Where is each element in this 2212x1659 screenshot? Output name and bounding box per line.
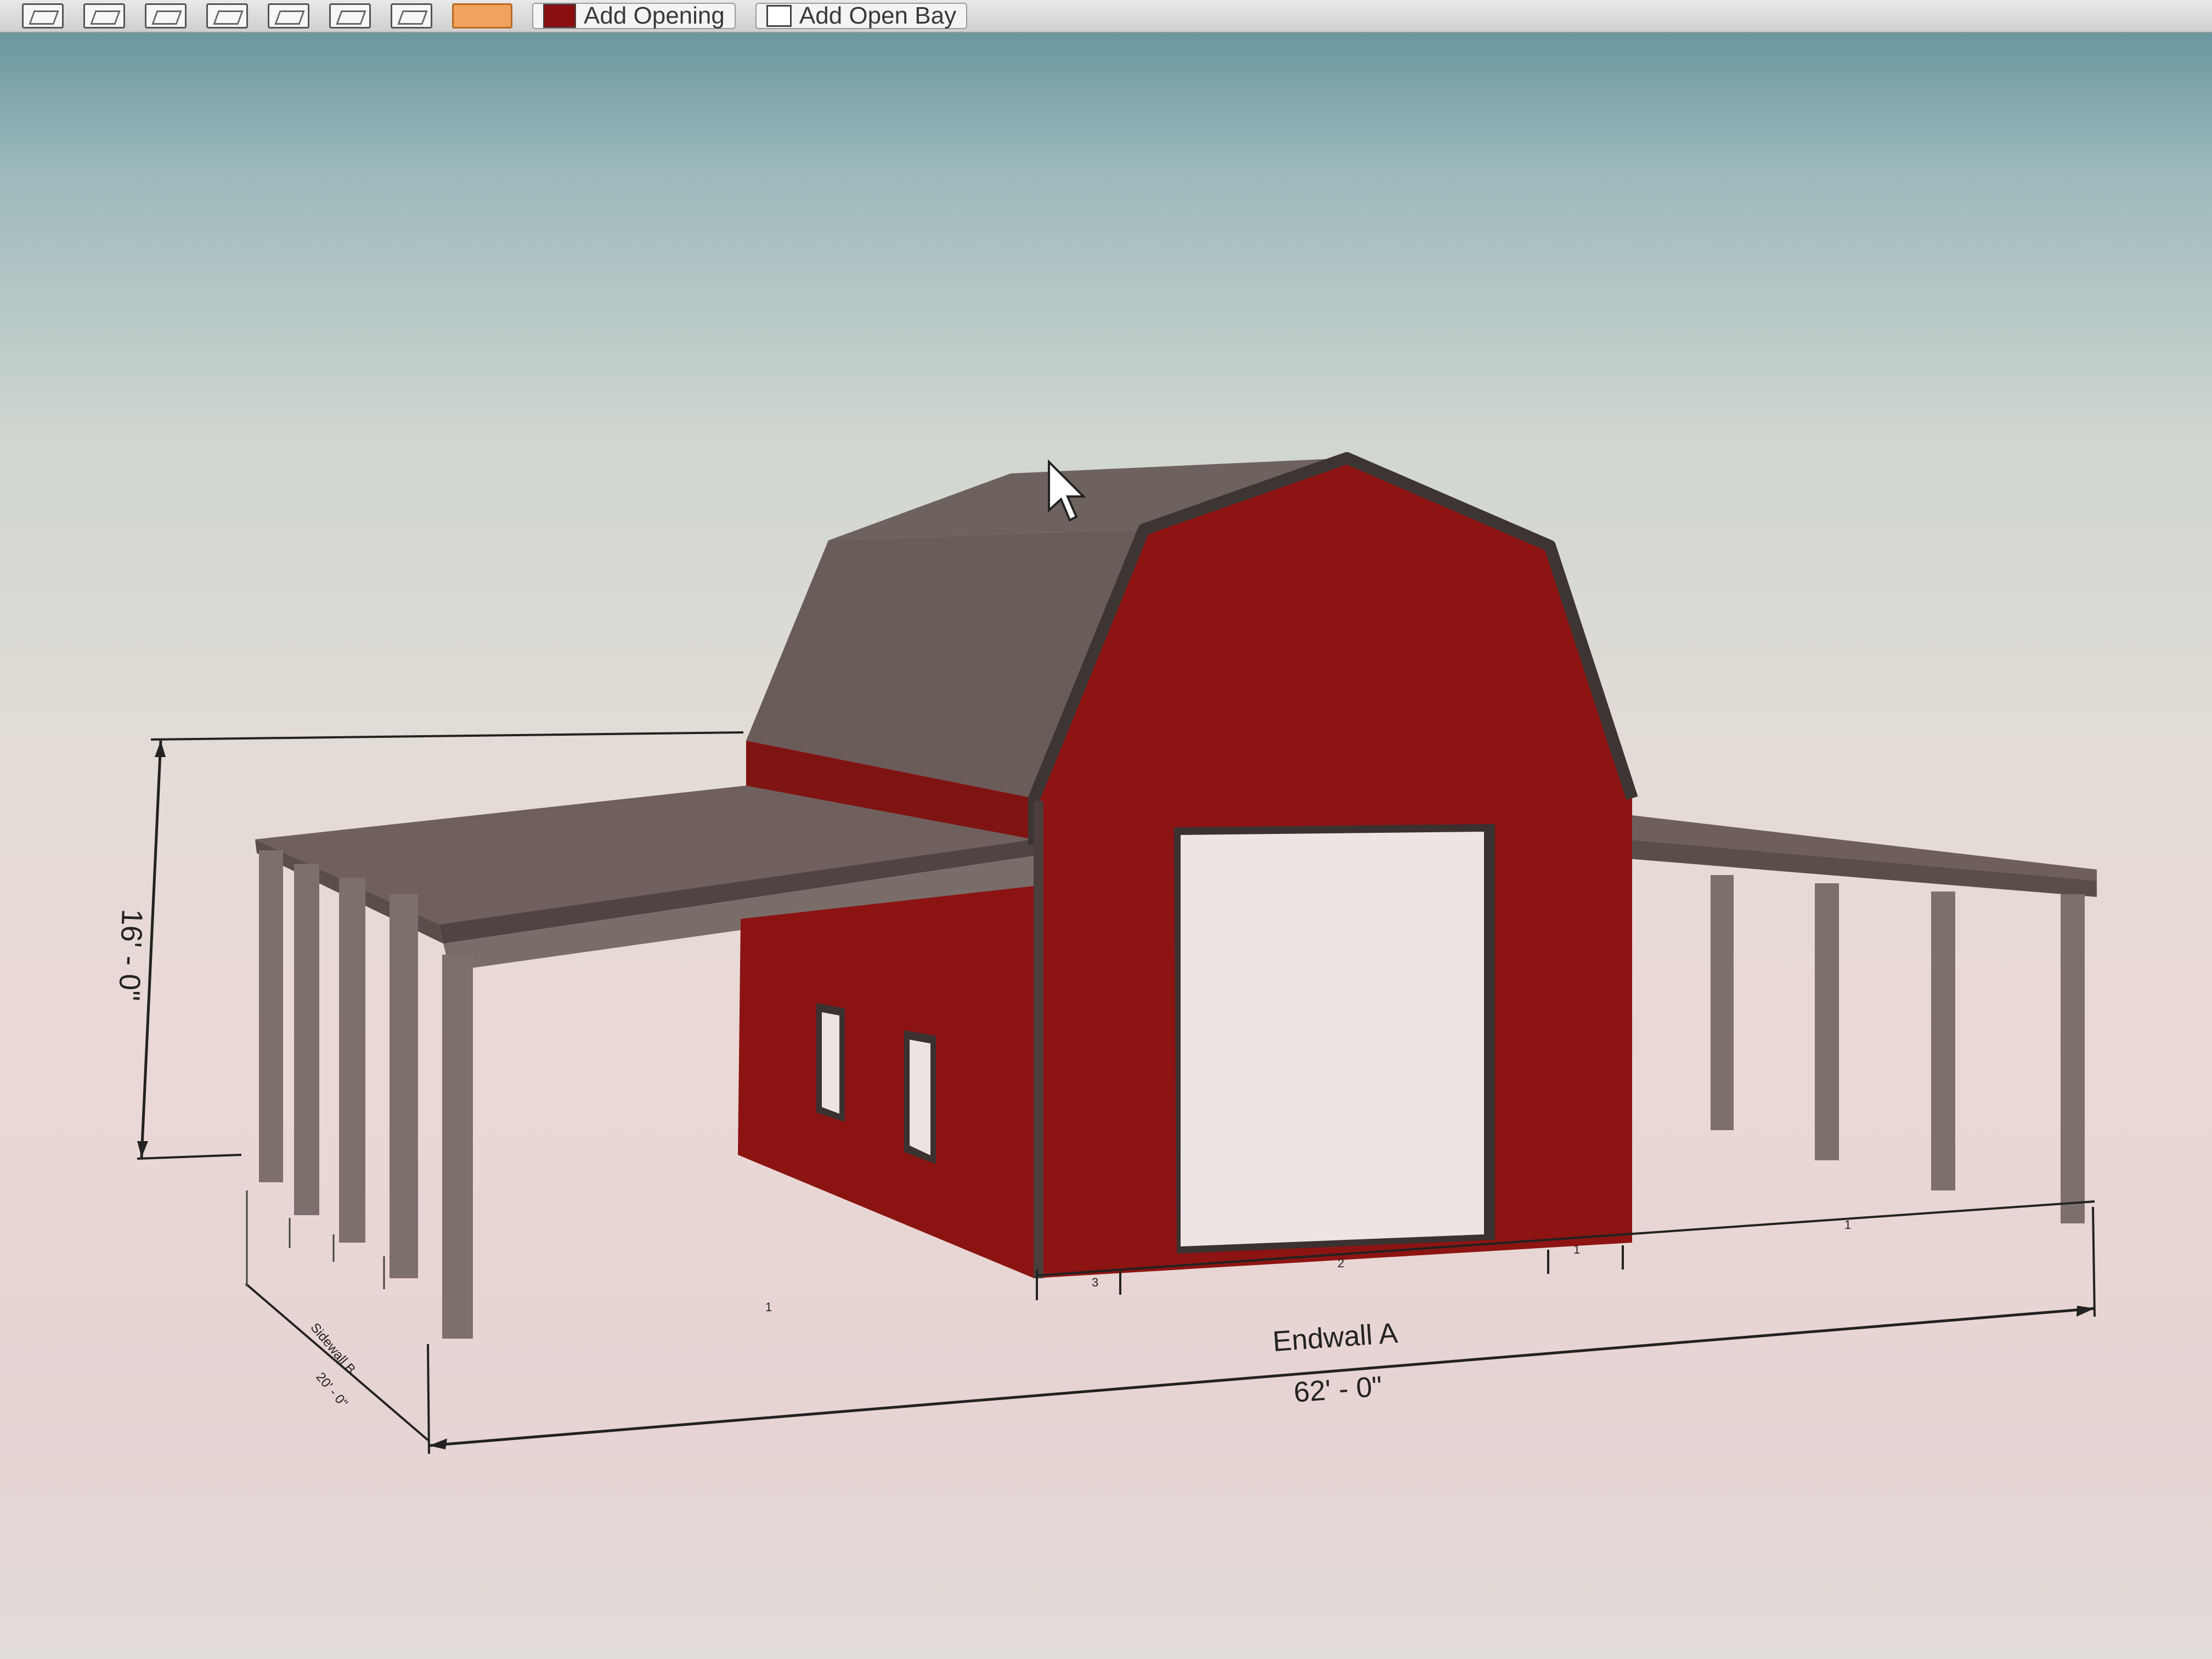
add-open-bay-button[interactable]: Add Open Bay xyxy=(755,2,968,29)
add-open-bay-label: Add Open Bay xyxy=(799,2,957,29)
view-render-icon[interactable] xyxy=(391,3,432,29)
height-dimension-extension xyxy=(137,1154,242,1160)
view-iso-icon[interactable] xyxy=(22,3,64,29)
add-opening-button[interactable]: Add Opening xyxy=(532,2,736,29)
width-dimension-extension xyxy=(2092,1206,2096,1317)
window-glass xyxy=(910,1040,930,1155)
open-bay-icon xyxy=(766,5,792,27)
segment-label-2: 2 xyxy=(1338,1256,1344,1270)
left-post xyxy=(442,955,473,1339)
segment-label-3: 3 xyxy=(1092,1276,1098,1289)
left-post xyxy=(339,878,365,1243)
right-post xyxy=(1931,891,1955,1190)
view-side-icon[interactable] xyxy=(145,3,187,29)
width-dimension-extension xyxy=(427,1344,430,1454)
toolbar: Add Opening Add Open Bay xyxy=(0,0,2212,33)
window-glass xyxy=(822,1012,839,1114)
right-post xyxy=(1711,875,1734,1130)
left-post xyxy=(294,864,319,1215)
sidewall-label: Sidewall B xyxy=(307,1321,358,1377)
view-front-icon[interactable] xyxy=(83,3,125,29)
side-wall-lower xyxy=(738,886,1034,1278)
segment-label-1b: 1 xyxy=(1844,1218,1851,1232)
view-wire-icon[interactable] xyxy=(329,3,371,29)
overhead-door-interior xyxy=(1181,832,1484,1246)
width-dimension-text: 62' - 0" xyxy=(1293,1370,1383,1408)
view-top-icon[interactable] xyxy=(268,3,309,29)
left-post xyxy=(390,894,418,1278)
view-back-icon[interactable] xyxy=(206,3,248,29)
right-post xyxy=(1815,883,1839,1160)
segment-label-1c: 1 xyxy=(765,1300,772,1314)
arrow-head-icon xyxy=(155,741,166,757)
segment-label-1a: 1 xyxy=(1573,1243,1580,1256)
width-dimension-line xyxy=(428,1307,2095,1447)
endwall-label: Endwall A xyxy=(1272,1317,1399,1358)
building-3d-view[interactable]: 16' - 0" 3 2 1 1 1 Sidewall B 20' - 0" E… xyxy=(0,33,2212,1624)
opening-swatch-icon xyxy=(543,4,576,28)
color-icon[interactable] xyxy=(452,3,512,29)
sidewall-dimension-text: 20' - 0" xyxy=(313,1370,351,1410)
add-opening-label: Add Opening xyxy=(584,2,725,29)
arrow-head-icon xyxy=(429,1438,447,1449)
height-dimension-text: 16' - 0" xyxy=(112,909,149,1002)
height-dimension-extension xyxy=(150,731,744,741)
left-post xyxy=(259,850,283,1182)
right-post xyxy=(2061,894,2085,1223)
